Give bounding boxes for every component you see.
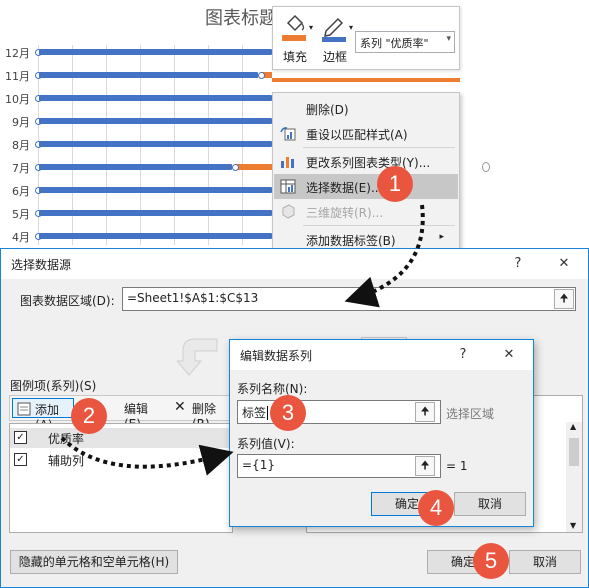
dotted-arrow-2	[60, 436, 234, 476]
step-badge-2: 2	[71, 398, 107, 434]
annotation-arrows	[60, 204, 425, 476]
step-badge-1: 1	[377, 166, 413, 202]
step-badge-3: 3	[270, 395, 306, 431]
dotted-arrow-1	[344, 204, 425, 308]
step-badge-4: 4	[418, 490, 454, 526]
step-badge-5: 5	[473, 543, 509, 579]
